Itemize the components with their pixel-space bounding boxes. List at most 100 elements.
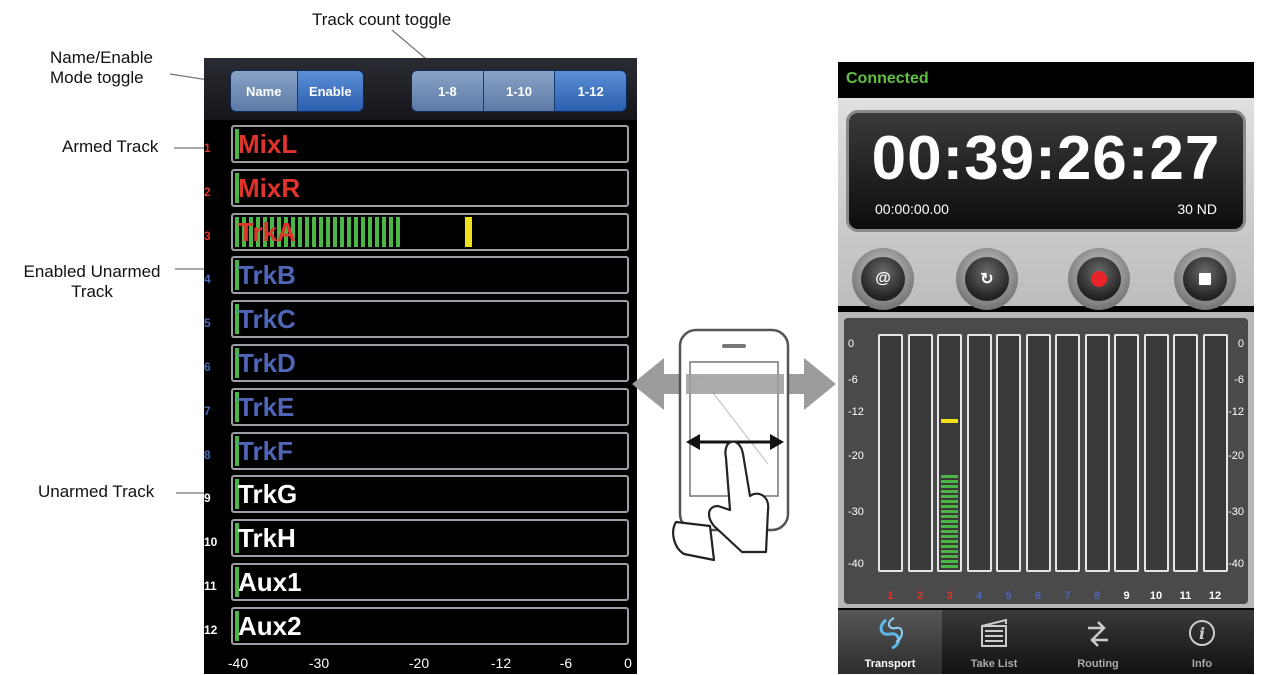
track-number: 11 — [204, 579, 217, 593]
track-name: MixL — [238, 129, 298, 159]
tab-routing[interactable]: Routing — [1046, 610, 1150, 674]
stop-square — [1199, 273, 1211, 285]
meter-fill — [941, 470, 958, 568]
track-name: TrkG — [238, 479, 298, 510]
timecode-display: 00:39:26:27 00:00:00.00 30 ND — [846, 110, 1246, 232]
tab-take-list[interactable]: Take List — [942, 610, 1046, 674]
frame-rate: 30 ND — [1177, 201, 1217, 217]
db-scale-label-left: -40 — [848, 558, 864, 570]
stop-icon — [1183, 257, 1227, 301]
channel-label: 6 — [1034, 590, 1042, 602]
channel-meter — [1084, 334, 1110, 572]
info-icon: i — [1189, 620, 1215, 646]
track-meter-row[interactable]: TrkC — [231, 300, 629, 339]
track-name: TrkD — [238, 348, 296, 378]
track-meter-row[interactable]: Aux2 — [231, 606, 629, 645]
tab-transport[interactable]: Transport — [838, 610, 942, 674]
db-scale-label-left: -12 — [848, 406, 864, 418]
name-mode-button[interactable]: Name — [231, 71, 298, 111]
transport-display-area: 00:39:26:27 00:00:00.00 30 ND @ ↻ — [838, 98, 1254, 310]
track-name: TrkC — [238, 304, 296, 335]
connection-status: Connected — [846, 70, 929, 87]
annotation-line: Mode toggle — [50, 68, 144, 87]
track-meter-row[interactable]: TrkG — [231, 475, 629, 514]
annotation-line: Name/Enable — [50, 48, 154, 67]
channel-label: 9 — [1123, 590, 1130, 602]
arrow-right-icon — [782, 358, 836, 410]
meter-led — [340, 216, 344, 247]
track-count-option[interactable]: 1-12 — [555, 71, 626, 111]
meter-led — [941, 545, 958, 548]
track-count-option[interactable]: 1-8 — [412, 71, 484, 111]
track-name: TrkE — [238, 391, 295, 422]
db-scale-label-right: -12 — [1228, 406, 1244, 418]
at-button[interactable]: @ — [852, 248, 914, 310]
track-meter-row[interactable]: TrkB — [231, 256, 629, 295]
scale-tick-label: -12 — [490, 655, 512, 671]
track-meter-row[interactable]: Aux1 — [231, 563, 629, 601]
track-number: 7 — [204, 403, 211, 418]
track-meter-row[interactable]: TrkD — [231, 344, 629, 382]
track-number: 8 — [204, 447, 211, 462]
meter-led — [305, 216, 309, 247]
db-scale-label-right: -30 — [1228, 506, 1244, 518]
channel-label: 3 — [946, 590, 953, 602]
status-bar: Connected — [838, 62, 1254, 98]
track-meter-row[interactable]: TrkF — [231, 431, 629, 470]
meter-led — [941, 530, 958, 533]
channel-label: 8 — [1093, 590, 1101, 602]
meter-led — [941, 565, 958, 568]
meter-led — [941, 520, 958, 523]
track-meter-row[interactable]: TrkE — [231, 387, 629, 426]
peak-indicator — [465, 216, 473, 247]
channel-label: 7 — [1064, 590, 1071, 602]
db-scale-label-right: -20 — [1228, 450, 1244, 462]
name-enable-mode-toggle: Name Enable — [230, 70, 364, 112]
counter: 00:00:00.00 — [875, 201, 949, 217]
track-number: 6 — [204, 360, 211, 374]
track-number: 2 — [204, 184, 211, 199]
meter-led — [319, 216, 323, 247]
annotation-line: Enabled Unarmed — [23, 262, 161, 281]
tab-label: Routing — [1077, 658, 1119, 670]
meter-led — [941, 480, 958, 483]
track-meter-row[interactable]: TrkA — [231, 212, 629, 251]
track-meter-row[interactable]: TrkH — [231, 519, 629, 558]
channel-meter — [1173, 334, 1198, 572]
channel-meter — [966, 334, 992, 572]
loop-button[interactable]: ↻ — [956, 248, 1018, 310]
channel-meter — [878, 334, 903, 572]
meter-led — [347, 216, 351, 247]
scale-tick-label: -40 — [227, 655, 249, 671]
meter-led — [396, 216, 400, 247]
meter-led — [941, 510, 958, 513]
track-meter-row[interactable]: MixL — [231, 125, 629, 163]
meter-led — [941, 495, 958, 498]
meter-led — [298, 216, 302, 247]
scale-tick-label: -20 — [408, 655, 430, 671]
channel-label: 1 — [887, 590, 894, 602]
record-icon — [1077, 257, 1121, 301]
routing-icon — [1088, 621, 1108, 647]
tab-info[interactable]: i Info — [1150, 610, 1254, 674]
track-name: MixR — [238, 172, 301, 203]
meter-led — [354, 216, 358, 247]
record-button[interactable] — [1068, 248, 1130, 310]
track-number: 4 — [204, 272, 211, 287]
meter-led — [389, 216, 393, 247]
meter-led — [941, 550, 958, 553]
name-enable-toggle-annotation: Name/Enable Mode toggle — [50, 48, 153, 88]
enable-mode-button[interactable]: Enable — [297, 71, 363, 111]
stop-button[interactable] — [1174, 248, 1236, 310]
right-phone-screen: Connected 00:39:26:27 00:00:00.00 30 ND … — [838, 62, 1254, 674]
at-icon: @ — [861, 257, 905, 301]
track-meter-row[interactable]: MixR — [231, 168, 629, 207]
track-number: 10 — [204, 535, 218, 550]
tab-label: Transport — [864, 658, 916, 670]
track-count-toggle-annotation: Track count toggle — [312, 10, 452, 29]
track-count-option[interactable]: 1-10 — [483, 71, 556, 111]
track-name: TrkB — [238, 260, 296, 291]
db-scale-label-left: -6 — [848, 374, 858, 386]
channel-label: 11 — [1179, 590, 1192, 602]
track-name: TrkH — [238, 523, 296, 554]
